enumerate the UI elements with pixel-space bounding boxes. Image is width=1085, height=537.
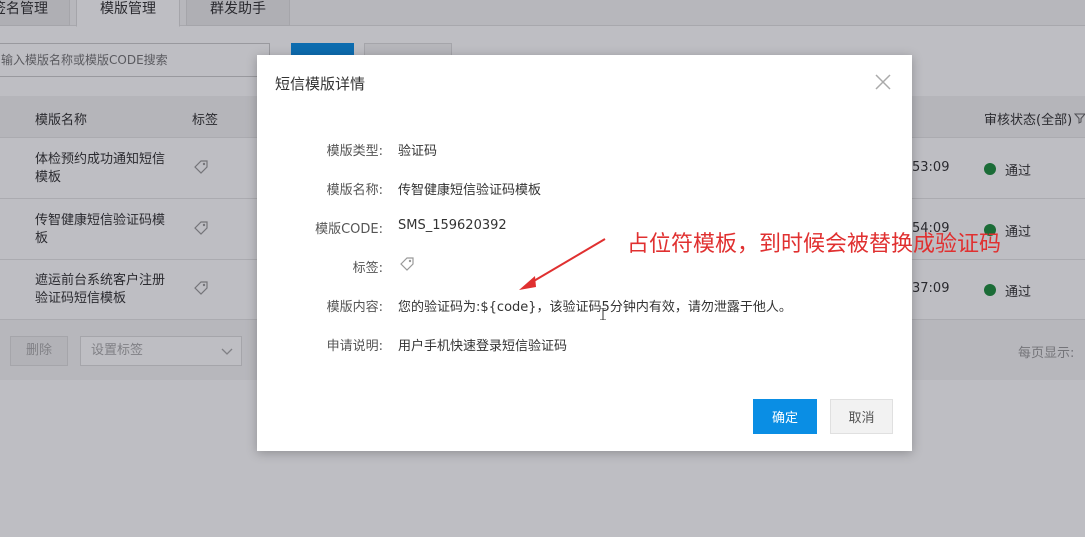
field-label-tag: 标签:: [352, 261, 383, 276]
field-value-name: 传智健康短信验证码模板: [398, 183, 542, 198]
field-value-type: 验证码: [398, 144, 438, 159]
dialog-title: 短信模版详情: [275, 75, 366, 93]
field-label-content: 模版内容:: [326, 300, 383, 315]
field-label-code: 模版CODE:: [315, 222, 383, 237]
close-icon[interactable]: [873, 72, 893, 92]
field-value-content: 您的验证码为:${code}，该验证码5分钟内有效，请勿泄露于他人。: [398, 300, 792, 315]
annotation-arrow-icon: [519, 238, 606, 290]
text-cursor-icon: [600, 308, 606, 320]
field-label-type: 模版类型:: [326, 144, 383, 159]
field-label-name: 模版名称:: [326, 183, 383, 198]
tag-icon[interactable]: [398, 256, 416, 274]
confirm-button[interactable]: 确定: [753, 399, 817, 434]
field-label-remark: 申请说明:: [326, 339, 383, 354]
field-value-remark: 用户手机快速登录短信验证码: [398, 339, 568, 354]
annotation-text: 占位符模板，到时候会被替换成验证码: [627, 232, 1002, 257]
field-value-code: SMS_159620392: [398, 218, 507, 233]
cancel-button[interactable]: 取消: [830, 399, 893, 434]
